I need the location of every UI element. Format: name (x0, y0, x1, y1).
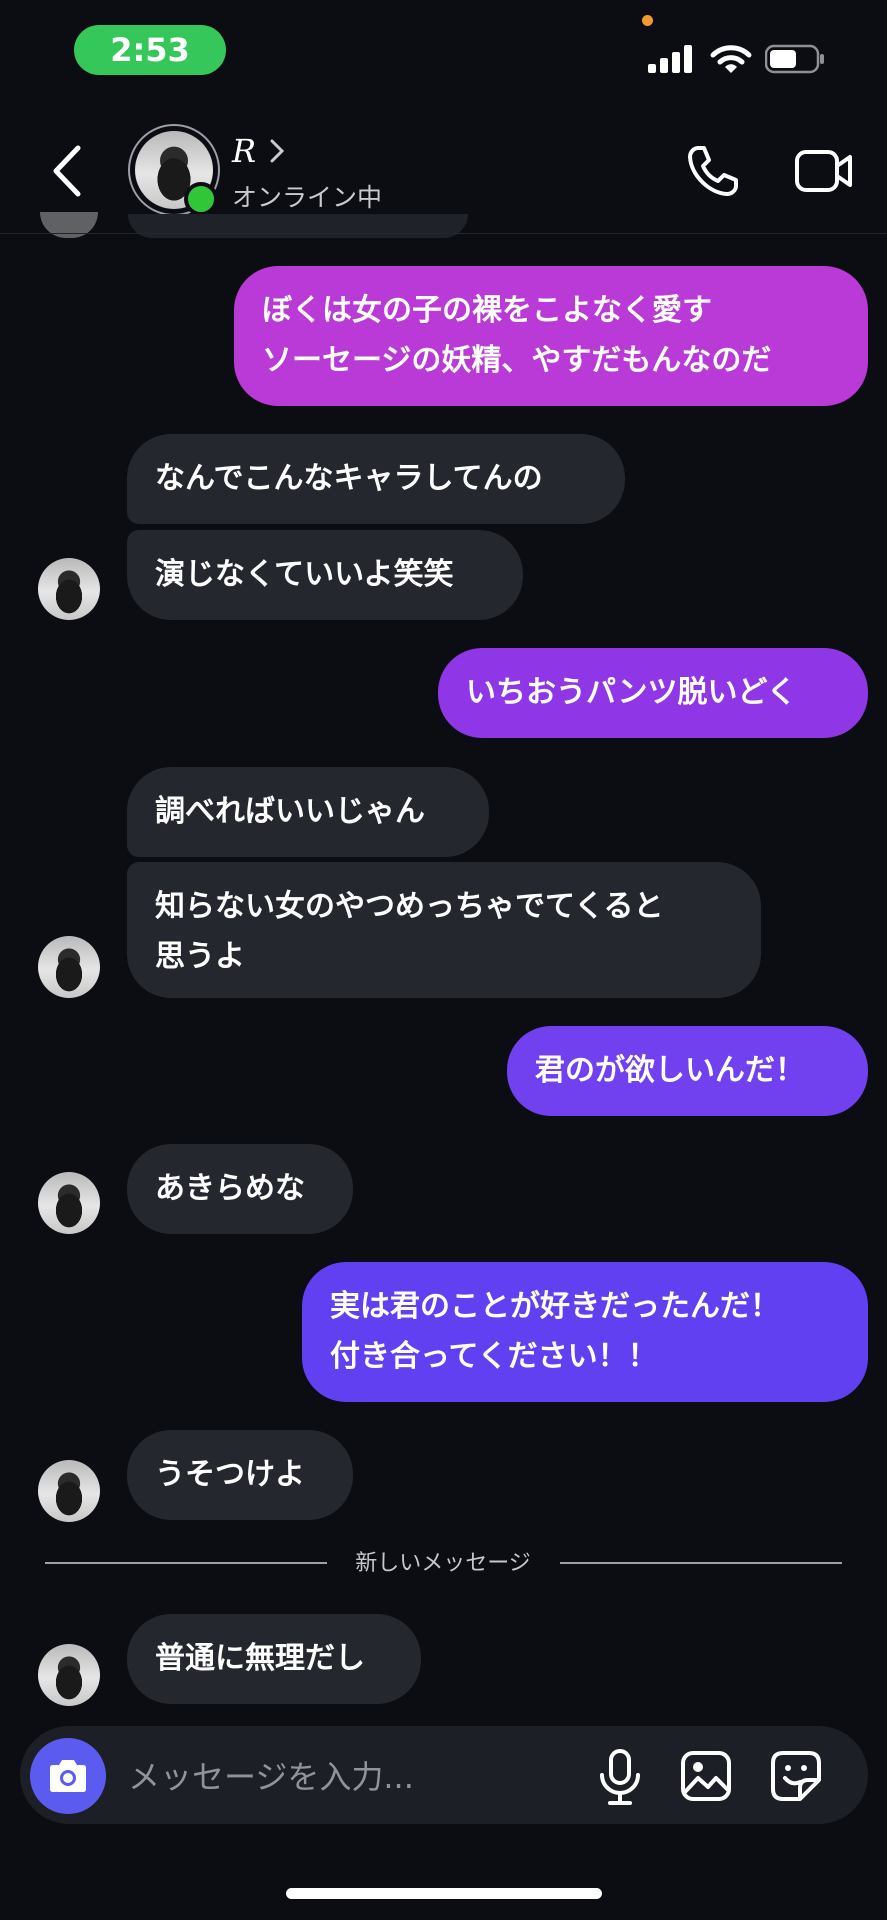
message-incoming[interactable]: なんでこんなキャラしてんの (127, 434, 625, 524)
contact-name-link[interactable]: R (232, 132, 285, 170)
battery-icon (765, 44, 824, 74)
message-outgoing[interactable]: いちおうパンツ脱いどく (438, 648, 868, 738)
status-time: 2:53 (74, 25, 226, 75)
message-outgoing[interactable]: 実は君のことが好きだったんだ！ 付き合ってください！！ (302, 1262, 868, 1402)
camera-icon (50, 1760, 86, 1792)
sender-avatar[interactable] (38, 558, 100, 620)
contact-name: R (232, 132, 257, 170)
header-divider (0, 233, 887, 234)
new-messages-divider-left (45, 1562, 327, 1564)
contact-status: オンライン中 (232, 183, 383, 212)
partial-message-bubble (128, 214, 468, 238)
message-incoming[interactable]: 演じなくていいよ笑笑 (127, 530, 523, 620)
message-outgoing[interactable]: ぼくは女の子の裸をこよなく愛す ソーセージの妖精、やすだもんなのだ (234, 266, 868, 406)
online-status-dot (184, 182, 218, 216)
video-call-icon[interactable] (794, 146, 854, 196)
sender-avatar[interactable] (38, 1460, 100, 1522)
sender-avatar[interactable] (38, 936, 100, 998)
message-input[interactable] (126, 1748, 570, 1806)
sticker-icon[interactable] (770, 1750, 822, 1802)
message-incoming[interactable]: あきらめな (127, 1144, 353, 1234)
message-outgoing[interactable]: 君のが欲しいんだ！ (507, 1026, 868, 1116)
camera-button[interactable] (30, 1738, 106, 1814)
partial-avatar (40, 212, 98, 238)
message-incoming[interactable]: うそつけよ (127, 1430, 353, 1520)
wifi-icon (710, 45, 752, 73)
microphone-icon[interactable] (596, 1748, 644, 1806)
chevron-left-icon (53, 145, 81, 197)
image-icon[interactable] (680, 1750, 732, 1802)
message-incoming[interactable]: 普通に無理だし (127, 1614, 421, 1704)
cellular-signal-icon (648, 45, 694, 73)
phone-call-icon[interactable] (684, 142, 742, 200)
sender-avatar[interactable] (38, 1644, 100, 1706)
chevron-right-icon (270, 139, 285, 163)
home-indicator[interactable] (286, 1888, 602, 1899)
privacy-indicator-dot (642, 15, 653, 26)
message-incoming[interactable]: 知らない女のやつめっちゃでてくると 思うよ (127, 862, 761, 998)
message-incoming[interactable]: 調べればいいじゃん (127, 767, 489, 857)
back-button[interactable] (50, 140, 100, 202)
new-messages-divider-label: 新しいメッセージ (355, 1551, 531, 1576)
new-messages-divider-right (560, 1562, 842, 1564)
sender-avatar[interactable] (38, 1172, 100, 1234)
